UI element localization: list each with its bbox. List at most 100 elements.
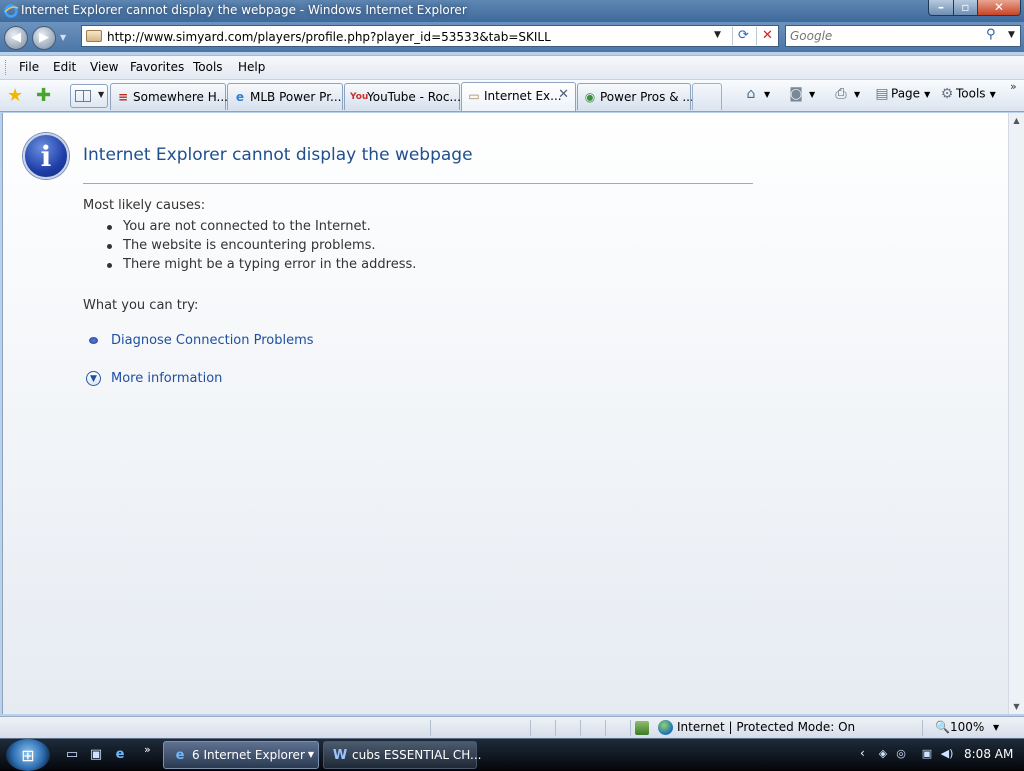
search-box[interactable]: ⚲ ▼ [785, 25, 1021, 47]
zoom-value: 100% [949, 720, 985, 734]
ie-quicklaunch-icon[interactable]: e [112, 747, 128, 763]
cause-item: The website is encountering problems. [123, 238, 376, 253]
address-dropdown-icon[interactable]: ▼ [714, 30, 721, 40]
tab-label: Somewhere H... [133, 90, 228, 104]
taskbar-button-word-document[interactable]: W cubs ESSENTIAL CH... [323, 741, 481, 769]
menu-view[interactable]: View [90, 60, 118, 74]
zoom-dropdown-icon[interactable]: ▼ [993, 723, 999, 732]
address-url[interactable]: http://www.simyard.com/players/profile.p… [107, 30, 551, 44]
ie-icon [4, 4, 19, 18]
scroll-up-icon[interactable]: ▲ [1009, 116, 1024, 125]
tab-power-pros[interactable]: ◉ Power Pros & ... [577, 83, 694, 110]
refresh-icon[interactable]: ⟳ [732, 27, 754, 45]
chevron-down-icon[interactable]: ▼ [854, 90, 860, 99]
tray-app-icon[interactable]: ◎ [894, 747, 908, 761]
status-divider [580, 720, 581, 736]
error-title: Internet Explorer cannot display the web… [83, 145, 473, 165]
menu-file[interactable]: File [19, 60, 39, 74]
add-favorite-icon[interactable]: ✚ [36, 86, 56, 106]
network-icon[interactable]: ▣ [920, 747, 934, 761]
search-input[interactable] [790, 29, 980, 43]
ie-icon: e [175, 748, 185, 763]
tab-internet-explorer-error[interactable]: ▭ Internet Ex... ✕ [461, 82, 576, 111]
back-arrow-icon: ◀ [11, 30, 21, 45]
menu-tools[interactable]: Tools [193, 60, 223, 74]
tab-somewhere[interactable]: ≡ Somewhere H... [110, 83, 228, 110]
status-divider [605, 720, 606, 736]
menu-favorites[interactable]: Favorites [130, 60, 184, 74]
menu-help[interactable]: Help [238, 60, 265, 74]
tab-youtube[interactable]: You YouTube - Roc... [344, 83, 461, 110]
print-button[interactable]: ⎙ ▼ [832, 85, 860, 107]
taskbar-button-internet-explorer[interactable]: e 6 Internet Explorer ▼ [163, 741, 319, 769]
close-button[interactable]: ✕ [977, 0, 1021, 16]
diagnose-connection-link[interactable]: Diagnose Connection Problems [111, 333, 314, 348]
recent-pages-dropdown[interactable]: ▼ [60, 33, 69, 42]
search-options-dropdown-icon[interactable]: ▼ [1008, 30, 1015, 40]
tab-mlb-power-pros[interactable]: e MLB Power Pr... [227, 83, 343, 110]
chevron-down-icon: ▼ [307, 750, 314, 759]
tools-menu-label: Tools [956, 86, 986, 101]
tray-app-icon[interactable]: ◈ [876, 747, 890, 761]
chevron-down-icon[interactable]: ▼ [990, 90, 996, 99]
address-bar[interactable]: http://www.simyard.com/players/profile.p… [81, 25, 779, 47]
clock[interactable]: 8:08 AM [964, 747, 1013, 761]
minimize-button[interactable]: – [928, 0, 954, 16]
protected-mode-shield-icon[interactable] [635, 721, 649, 735]
title-bar[interactable]: Internet Explorer cannot display the web… [0, 0, 1024, 22]
volume-icon[interactable]: ◀) [940, 747, 954, 761]
menu-edit[interactable]: Edit [53, 60, 76, 74]
toolbar-overflow-chevron-icon[interactable]: » [1010, 80, 1017, 93]
security-zone-label[interactable]: Internet | Protected Mode: On [677, 720, 855, 734]
printer-icon: ⎙ [835, 86, 847, 102]
start-button[interactable]: ⊞ [6, 739, 50, 771]
stop-icon[interactable]: ✕ [756, 27, 778, 45]
ie-icon: e [235, 90, 245, 104]
forward-button[interactable]: ▶ [32, 26, 56, 50]
maximize-button[interactable]: ▫ [953, 0, 978, 16]
divider [83, 183, 753, 184]
quick-tabs-button[interactable]: ▼ [70, 84, 108, 108]
quicklaunch-overflow-chevron-icon[interactable]: » [144, 743, 151, 756]
show-hidden-icons-chevron-icon[interactable]: ‹ [860, 746, 865, 760]
word-document-icon: W [332, 748, 348, 763]
status-divider [530, 720, 531, 736]
youtube-icon: You [350, 92, 369, 102]
expand-more-info-icon[interactable]: ▼ [86, 371, 101, 386]
taskbar: ⊞ ▭ ▣ e » e 6 Internet Explorer ▼ W cubs… [0, 738, 1024, 771]
back-button[interactable]: ◀ [4, 26, 28, 50]
new-tab-button[interactable] [692, 83, 722, 110]
tab-label: Internet Ex... [484, 89, 562, 103]
show-desktop-icon[interactable]: ▭ [64, 747, 80, 763]
search-icon[interactable]: ⚲ [986, 27, 996, 42]
close-icon: ✕ [993, 0, 1005, 14]
switch-windows-icon[interactable]: ▣ [88, 747, 104, 763]
windows-logo-icon: ⊞ [21, 746, 35, 765]
favorites-star-icon[interactable]: ★ [7, 86, 27, 106]
tools-menu-button[interactable]: ⚙ Tools ▼ [938, 85, 996, 107]
status-divider [430, 720, 431, 736]
more-information-link[interactable]: More information [111, 371, 222, 386]
status-divider [922, 720, 923, 736]
vertical-scrollbar[interactable]: ▲ ▼ [1008, 113, 1024, 714]
close-tab-icon[interactable]: ✕ [558, 87, 569, 102]
bullet-icon [107, 263, 112, 268]
page-menu-button[interactable]: ▤ Page ▼ [873, 85, 930, 107]
feeds-button[interactable]: ◙ ▼ [787, 85, 815, 107]
page-menu-label: Page [891, 86, 921, 101]
status-bar: Internet | Protected Mode: On 🔍100% ▼ [0, 716, 1024, 738]
tab-list-dropdown-icon[interactable]: ▼ [98, 90, 104, 99]
zoom-level[interactable]: 🔍100% [935, 720, 984, 734]
page-icon [86, 30, 102, 42]
chevron-down-icon[interactable]: ▼ [924, 90, 930, 99]
menu-grip [5, 60, 8, 75]
cause-item: There might be a typing error in the add… [123, 257, 417, 272]
page-icon: ▭ [468, 89, 480, 103]
scroll-down-icon[interactable]: ▼ [1009, 702, 1024, 711]
tab-label: Power Pros & ... [600, 90, 694, 104]
chevron-down-icon[interactable]: ▼ [809, 90, 815, 99]
home-button[interactable]: ⌂ ▼ [742, 85, 771, 107]
taskbar-button-label: cubs ESSENTIAL CH... [352, 748, 482, 762]
chevron-down-icon[interactable]: ▼ [764, 90, 770, 99]
globe-icon: ◉ [584, 90, 596, 104]
